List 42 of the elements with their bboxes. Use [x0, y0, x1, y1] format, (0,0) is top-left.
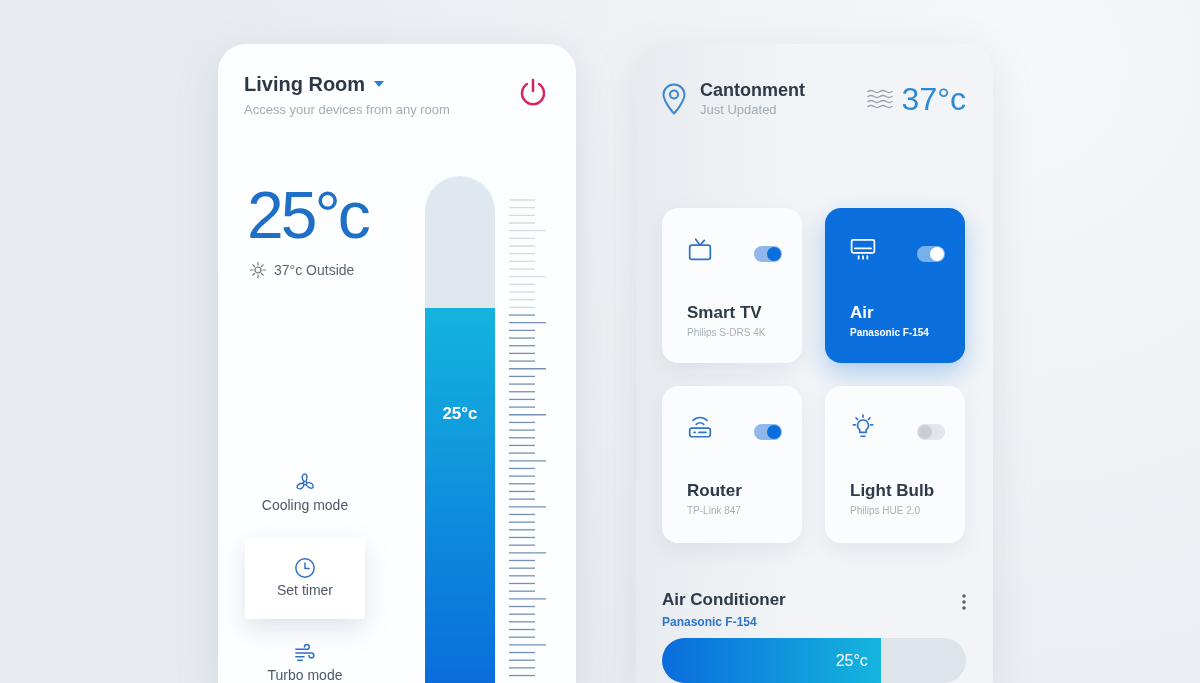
device-tile[interactable]: Smart TV Philips S-DRS 4K: [662, 208, 802, 363]
slider-reading: 25°c: [835, 651, 868, 670]
device-tile[interactable]: Router TP-Link 847: [662, 386, 802, 543]
device-model: TP-Link 847: [687, 505, 741, 517]
outside-temperature: 37°c Outside: [274, 262, 355, 278]
tv-icon: [687, 236, 713, 262]
device-name: Air: [850, 303, 874, 323]
toggle-switch[interactable]: [754, 246, 782, 262]
device-model: Panasonic F-154: [662, 615, 757, 629]
update-status: Just Updated: [700, 102, 778, 117]
device-name: Smart TV: [687, 303, 762, 323]
haze-icon: [866, 88, 893, 109]
device-name: Router: [687, 481, 742, 501]
more-icon[interactable]: [962, 594, 966, 610]
toggle-switch[interactable]: [917, 424, 945, 440]
mode-button[interactable]: Turbo mode: [245, 622, 365, 683]
mode-button[interactable]: Set timer: [245, 537, 365, 619]
wind-icon: [294, 642, 316, 664]
thermometer-reading: 25°c: [442, 403, 478, 424]
device-model: Philips HUE 2.0: [850, 505, 921, 517]
weather-temperature: 37°c: [901, 81, 966, 116]
device-model: Panasonic F-154: [850, 327, 929, 339]
toggle-switch[interactable]: [754, 424, 782, 440]
room-title[interactable]: Living Room: [244, 72, 366, 96]
device-tile[interactable]: Light Bulb Philips HUE 2.0: [825, 386, 965, 543]
caret-icon[interactable]: [374, 81, 385, 87]
clock-icon: [294, 557, 316, 579]
light-bulb-icon: [850, 414, 876, 440]
room-subtitle: Access your devices from any room: [244, 102, 450, 117]
current-temperature: 25°c: [246, 182, 370, 248]
device-tile[interactable]: Air Panasonic F-154: [825, 208, 965, 363]
mode-button[interactable]: Cooling mode: [245, 452, 365, 513]
air-conditioner-icon: [850, 236, 876, 262]
device-model: Philips S-DRS 4K: [687, 327, 766, 339]
location-pin-icon: [662, 82, 686, 115]
section-title: Air Conditioner: [662, 590, 786, 610]
location-name: Cantonment: [700, 80, 805, 101]
router-icon: [687, 414, 713, 440]
device-name: Light Bulb: [850, 481, 935, 501]
sun-icon: [250, 262, 266, 278]
toggle-switch[interactable]: [917, 246, 945, 262]
power-icon[interactable]: [518, 78, 548, 108]
